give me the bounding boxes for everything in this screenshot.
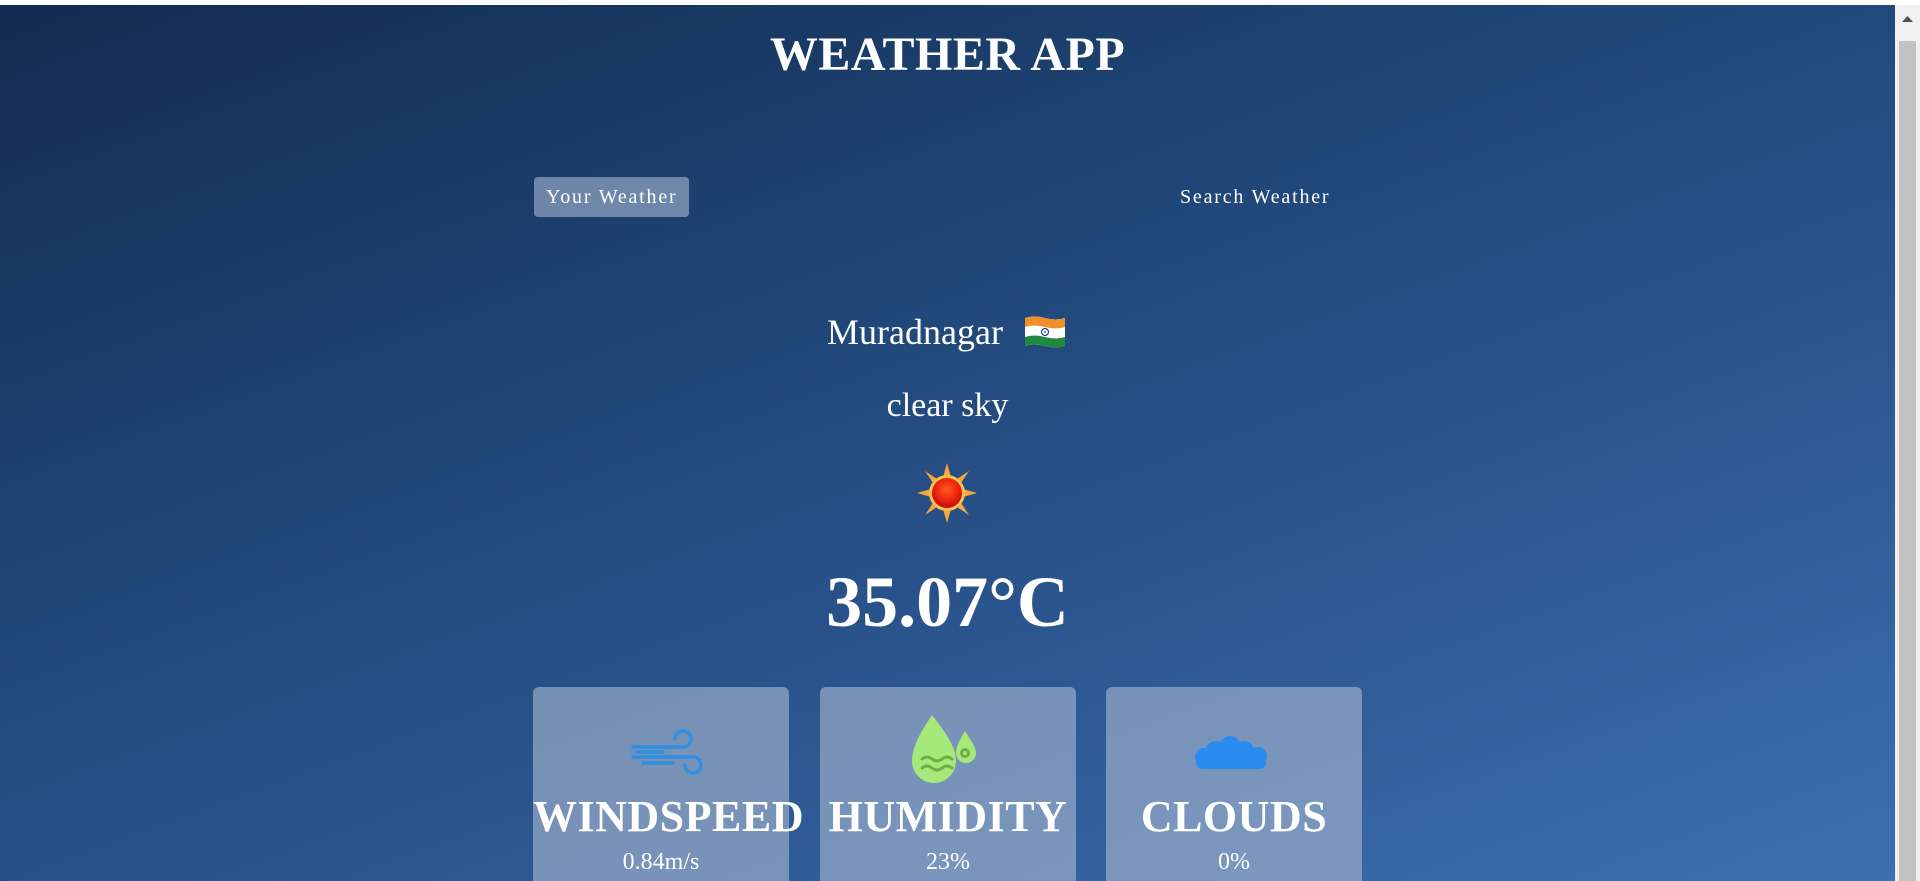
windspeed-value: 0.84m/s [622, 849, 700, 875]
city-name: Muradnagar [827, 312, 1003, 352]
tab-your-weather[interactable]: Your Weather [534, 177, 690, 217]
scroll-up-arrow-icon[interactable] [1895, 5, 1920, 35]
windspeed-card: WINDSPEED 0.84m/s [533, 687, 804, 881]
humidity-label: HUMIDITY [828, 792, 1068, 841]
clouds-card: CLOUDS 0% [1106, 687, 1362, 881]
wind-icon [533, 711, 789, 791]
vertical-scrollbar[interactable] [1895, 5, 1920, 881]
clouds-label: CLOUDS [1140, 792, 1328, 841]
city-row: Muradnagar [0, 311, 1895, 359]
weather-description: clear sky [886, 387, 1009, 424]
tab-search-weather[interactable]: Search Weather [1168, 177, 1342, 217]
cloud-icon [1106, 711, 1362, 791]
humidity-icon [820, 711, 1076, 791]
windspeed-label: WINDSPEED [533, 792, 804, 841]
app-page: WEATHER APP Your Weather Search Weather … [0, 5, 1895, 881]
india-flag-icon [1022, 314, 1068, 359]
scrollbar-thumb[interactable] [1899, 41, 1916, 881]
clouds-value: 0% [1218, 849, 1250, 875]
humidity-card: HUMIDITY 23% [820, 687, 1076, 881]
temperature: 35.07°C [826, 562, 1069, 642]
sun-icon [915, 461, 979, 525]
humidity-value: 23% [926, 849, 970, 875]
app-title: WEATHER APP [769, 28, 1126, 81]
